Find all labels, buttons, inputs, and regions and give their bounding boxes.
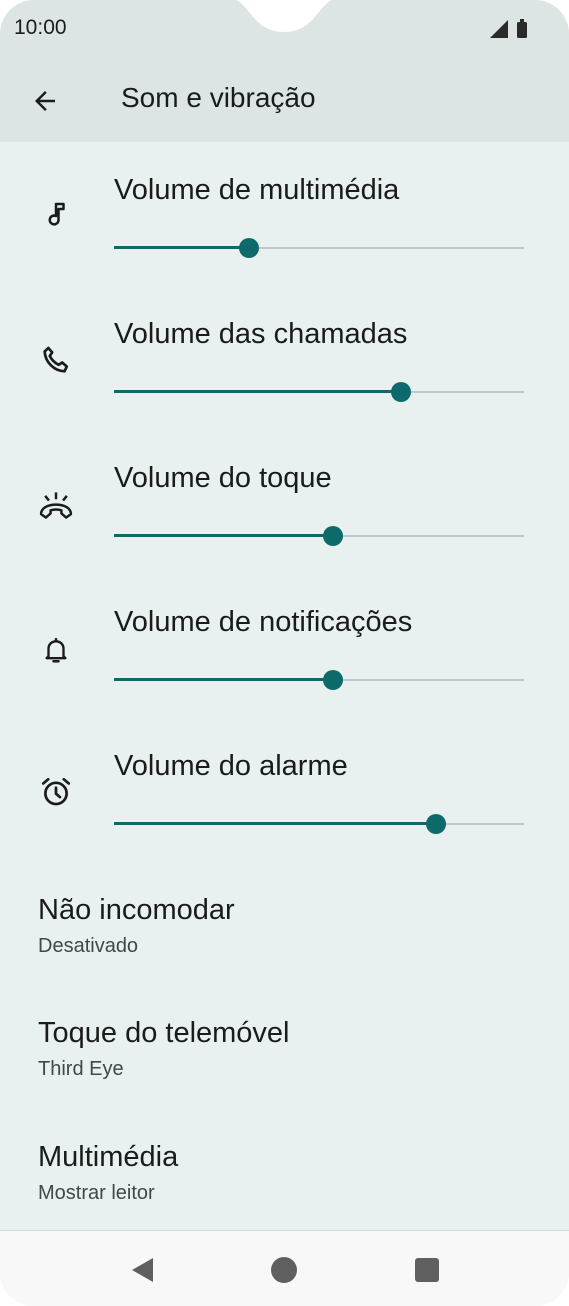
media-item[interactable]: Multimédia Mostrar leitor (38, 1141, 538, 1205)
volume-slider-media[interactable] (114, 236, 524, 260)
app-bar: Som e vibração (0, 58, 569, 142)
do-not-disturb-item[interactable]: Não incomodar Desativado (38, 894, 538, 958)
volume-label: Volume de multimédia (114, 174, 400, 206)
slider-fill (114, 246, 249, 249)
nav-recents-button[interactable] (402, 1245, 452, 1295)
volume-row-ring: Volume do toque (0, 462, 569, 602)
volume-slider-ring[interactable] (114, 524, 524, 548)
arrow-back-icon (35, 91, 55, 111)
signal-battery-icon (490, 19, 527, 38)
slider-thumb[interactable] (391, 382, 411, 402)
pref-title: Não incomodar (38, 894, 235, 926)
volume-label: Volume do toque (114, 462, 332, 494)
slider-thumb[interactable] (323, 670, 343, 690)
pref-summary: Mostrar leitor (38, 1182, 155, 1204)
home-circle-icon (271, 1257, 297, 1283)
volume-slider-calls[interactable] (114, 380, 524, 404)
status-time: 10:00 (14, 16, 67, 39)
recents-square-icon (415, 1258, 439, 1282)
back-button[interactable] (18, 74, 72, 128)
pref-summary: Third Eye (38, 1058, 124, 1080)
volume-row-media: Volume de multimédia (0, 174, 569, 314)
slider-fill (114, 678, 333, 681)
volume-row-alarm: Volume do alarme (0, 750, 569, 890)
pref-title: Toque do telemóvel (38, 1017, 290, 1049)
phone-ringtone-item[interactable]: Toque do telemóvel Third Eye (38, 1017, 538, 1081)
phone-screen: 10:00 Som e vibração Volume de multimédi… (0, 0, 569, 1306)
slider-thumb[interactable] (323, 526, 343, 546)
nav-back-button[interactable] (117, 1245, 167, 1295)
navigation-bar (0, 1230, 569, 1306)
slider-thumb[interactable] (239, 238, 259, 258)
volume-slider-notifications[interactable] (114, 668, 524, 692)
volume-label: Volume do alarme (114, 750, 348, 782)
volume-row-notifications: Volume de notificações (0, 606, 569, 746)
slider-fill (114, 390, 401, 393)
alarm-clock-icon (36, 772, 76, 812)
volume-label: Volume das chamadas (114, 318, 408, 350)
ringing-phone-icon (36, 486, 76, 526)
bell-icon (36, 630, 76, 670)
volume-slider-alarm[interactable] (114, 812, 524, 836)
camera-notch (236, 0, 332, 32)
status-bar: 10:00 (0, 0, 569, 58)
page-title: Som e vibração (121, 82, 316, 113)
phone-icon (36, 340, 76, 380)
pref-summary: Desativado (38, 935, 139, 957)
volume-label: Volume de notificações (114, 606, 413, 638)
pref-title: Multimédia (38, 1141, 179, 1173)
slider-fill (114, 822, 436, 825)
nav-home-button[interactable] (259, 1245, 309, 1295)
slider-thumb[interactable] (426, 814, 446, 834)
volume-row-calls: Volume das chamadas (0, 318, 569, 458)
music-note-icon (36, 194, 76, 234)
slider-fill (114, 534, 333, 537)
back-triangle-icon (132, 1258, 153, 1282)
